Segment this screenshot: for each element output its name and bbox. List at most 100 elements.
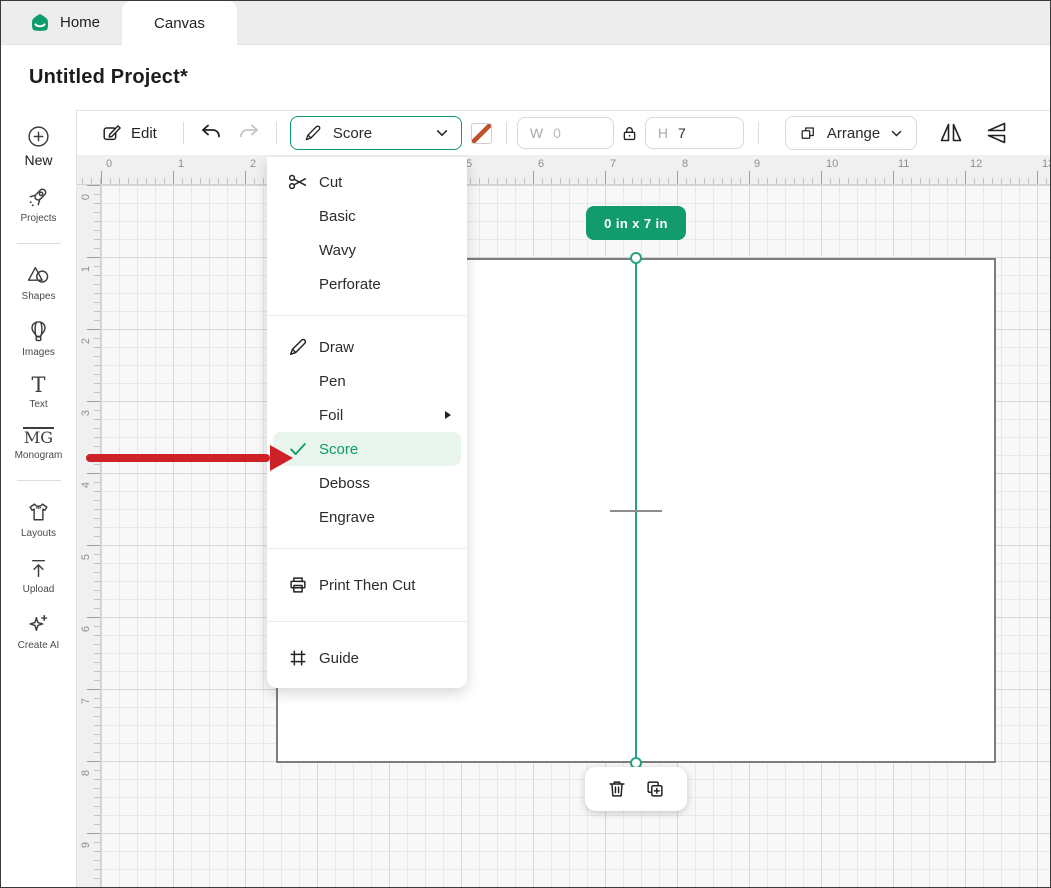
undo-icon[interactable] [199, 121, 223, 145]
arrow-head [270, 445, 293, 471]
ruler-label: 6 [80, 622, 92, 636]
menu-item-deboss[interactable]: Deboss [267, 466, 467, 500]
scissors-icon [287, 171, 309, 193]
hot-air-balloon-icon [26, 319, 51, 344]
ruler-label: 6 [538, 158, 544, 170]
divider [758, 122, 759, 144]
sidebar-item-projects[interactable]: Projects [1, 185, 76, 224]
linetype-color-swatch[interactable] [471, 123, 492, 144]
menu-item-wavy[interactable]: Wavy [267, 233, 467, 267]
menu-divider [267, 621, 467, 622]
divider [506, 122, 507, 144]
trash-icon[interactable] [606, 778, 628, 800]
sidebar-divider [17, 480, 61, 481]
ruler-label: 0 [106, 158, 112, 170]
flip-vertical-icon[interactable] [985, 121, 1009, 145]
ruler-label: 8 [682, 158, 688, 170]
sidebar-item-images[interactable]: Images [1, 319, 76, 358]
ruler-label: 8 [80, 766, 92, 780]
menu-item-score[interactable]: Score [273, 432, 461, 466]
menu-item-label: Print Then Cut [319, 577, 415, 594]
edit-label: Edit [131, 125, 157, 142]
menu-item-basic[interactable]: Basic [267, 199, 467, 233]
monogram-icon: MG [23, 427, 54, 447]
ruler-label: 13 [1042, 158, 1050, 170]
edit-icon [101, 122, 123, 144]
sidebar-item-layouts[interactable]: Layouts [1, 500, 76, 539]
arrange-dropdown[interactable]: Arrange [785, 116, 917, 150]
sidebar-item-upload[interactable]: Upload [1, 556, 76, 595]
annotation-arrow [86, 445, 293, 471]
duplicate-icon[interactable] [644, 778, 666, 800]
tab-home-label: Home [60, 14, 100, 31]
linetype-dropdown[interactable]: Score [290, 116, 462, 150]
size-badge: 0 in x 7 in [586, 206, 686, 240]
chevron-down-icon [890, 127, 903, 140]
ruler-label: 2 [80, 334, 92, 348]
ruler-label: 9 [754, 158, 760, 170]
menu-item-guide[interactable]: Guide [267, 636, 467, 680]
canvas-area[interactable]: 012345678910111213 0123456789 0 in x 7 i… [77, 155, 1050, 887]
sidebar-item-create-ai[interactable]: Create AI [1, 612, 76, 651]
sidebar-item-label: Text [29, 399, 47, 410]
divider [276, 122, 277, 144]
menu-item-label: Cut [319, 174, 342, 191]
ruler-top: 012345678910111213 [77, 155, 1050, 185]
menu-item-engrave[interactable]: Engrave [267, 500, 467, 534]
width-value: 0 [553, 125, 561, 141]
rocket-icon [26, 185, 51, 210]
menu-divider [267, 548, 467, 549]
linetype-menu: Cut Basic Wavy Perforate Draw Pen Foil [267, 157, 467, 688]
sidebar-item-monogram[interactable]: MG Monogram [1, 427, 76, 461]
ruler-label: 3 [80, 406, 92, 420]
edit-button[interactable]: Edit [101, 122, 157, 144]
redo-icon[interactable] [237, 121, 261, 145]
height-value: 7 [678, 125, 686, 141]
tab-bar: Home Canvas [1, 1, 1050, 45]
printer-icon [287, 574, 309, 596]
tab-home[interactable]: Home [7, 1, 122, 44]
arrange-label: Arrange [827, 125, 880, 142]
line-handle-top[interactable] [630, 252, 642, 264]
menu-item-print-then-cut[interactable]: Print Then Cut [267, 563, 467, 607]
menu-item-foil[interactable]: Foil [267, 398, 467, 432]
width-input[interactable]: W 0 [517, 117, 614, 149]
sidebar-item-new[interactable]: New [1, 124, 76, 168]
linetype-value: Score [333, 125, 372, 142]
menu-item-perforate[interactable]: Perforate [267, 267, 467, 301]
ruler-label: 7 [610, 158, 616, 170]
menu-item-label: Foil [319, 407, 343, 424]
sidebar-item-shapes[interactable]: Shapes [1, 263, 76, 302]
sidebar-divider [17, 243, 61, 244]
line-center-mark [610, 510, 662, 512]
tab-canvas[interactable]: Canvas [122, 1, 237, 45]
lock-icon[interactable] [620, 124, 639, 143]
menu-item-cut[interactable]: Cut [267, 165, 467, 199]
text-icon: T [31, 375, 45, 396]
ruler-label: 11 [898, 158, 909, 170]
menu-item-label: Perforate [319, 276, 381, 293]
title-bar: Untitled Project* [1, 45, 1050, 110]
arrow-shaft [86, 454, 270, 462]
menu-item-pen[interactable]: Pen [267, 364, 467, 398]
menu-item-label: Wavy [319, 242, 356, 259]
menu-item-label: Basic [319, 208, 356, 225]
upload-icon [26, 556, 51, 581]
flip-horizontal-icon[interactable] [939, 121, 963, 145]
ruler-label: 10 [826, 158, 838, 170]
tab-canvas-label: Canvas [154, 15, 205, 32]
sidebar-item-label: Projects [20, 213, 56, 224]
divider [183, 122, 184, 144]
menu-item-draw[interactable]: Draw [267, 330, 467, 364]
height-input[interactable]: H 7 [645, 117, 744, 149]
ruler-label: 2 [250, 158, 256, 170]
chevron-down-icon [435, 126, 449, 140]
pen-icon [287, 336, 309, 358]
selection-action-pill [585, 767, 687, 811]
sidebar-item-text[interactable]: T Text [1, 375, 76, 410]
sidebar-item-label: Images [22, 347, 55, 358]
app-window: Home Canvas Untitled Project* New Projec… [0, 0, 1051, 888]
tshirt-icon [26, 500, 51, 525]
ruler-label: 12 [970, 158, 982, 170]
ruler-label: 0 [80, 190, 92, 204]
